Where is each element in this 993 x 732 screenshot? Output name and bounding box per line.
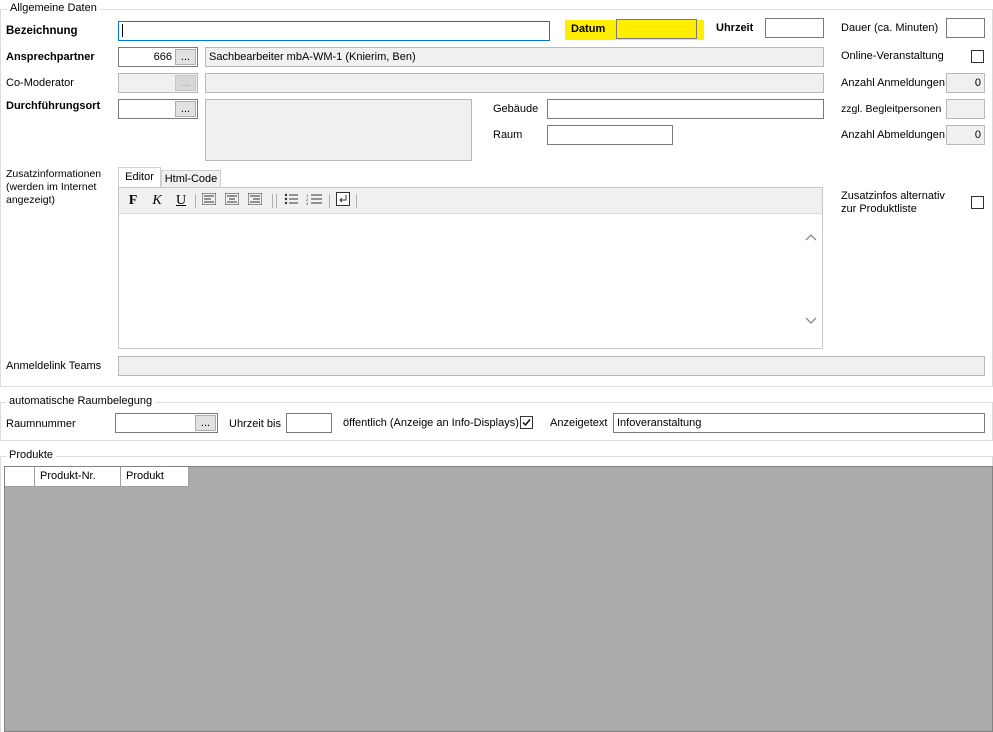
ansprechpartner-label: Ansprechpartner <box>6 51 95 63</box>
raum-label: Raum <box>493 129 523 141</box>
anmeldelink-label: Anmeldelink Teams <box>6 360 102 372</box>
comoderator-browse-button: ... <box>175 75 196 91</box>
uhrzeit-label: Uhrzeit <box>716 22 754 34</box>
zusatz-alt-label: Zusatzinfos alternativ zur Produktliste <box>841 190 945 215</box>
tab-html-code[interactable]: Html-Code <box>161 170 221 188</box>
insert-break-icon[interactable] <box>334 192 352 210</box>
raum-group-title: automatische Raumbelegung <box>6 395 156 407</box>
bezeichnung-input[interactable] <box>118 21 550 41</box>
zusatz-label: Zusatzinformationen (werden im Internet … <box>6 168 102 206</box>
toolbar-separator <box>356 194 357 208</box>
italic-button[interactable]: K <box>148 192 166 210</box>
raumnummer-label: Raumnummer <box>6 418 76 430</box>
abmeldungen-label: Anzahl Abmeldungen <box>841 129 945 141</box>
align-right-icon[interactable] <box>246 192 264 210</box>
online-label: Online-Veranstaltung <box>841 50 944 62</box>
uhrzeit-input[interactable] <box>765 18 824 38</box>
uhrzeit-bis-label: Uhrzeit bis <box>229 418 281 430</box>
datum-input[interactable] <box>616 19 697 39</box>
durchfuehrungsort-address-field <box>205 99 472 161</box>
toolbar-separator <box>272 194 273 208</box>
align-left-icon[interactable] <box>200 192 218 210</box>
comoderator-label: Co-Moderator <box>6 77 74 89</box>
tab-editor[interactable]: Editor <box>118 167 161 188</box>
oeffentlich-checkbox[interactable] <box>520 416 533 429</box>
produkte-grid[interactable] <box>4 466 993 732</box>
numbered-list-icon[interactable]: 123 <box>305 192 323 210</box>
scroll-up-icon[interactable] <box>805 232 817 242</box>
bold-button[interactable]: F <box>124 192 142 210</box>
toolbar-separator <box>195 194 196 208</box>
durchfuehrungsort-browse-button[interactable]: ... <box>175 101 196 117</box>
uhrzeit-bis-input[interactable] <box>286 413 332 433</box>
raumnummer-browse-button[interactable]: ... <box>195 415 216 431</box>
cursor-caret <box>122 24 123 37</box>
tab-editor-label: Editor <box>125 171 154 183</box>
ansprechpartner-name-field: Sachbearbeiter mbA-WM-1 (Knierim, Ben) <box>205 47 824 67</box>
raum-input[interactable] <box>547 125 673 145</box>
anzeigetext-input[interactable]: Infoveranstaltung <box>613 413 985 433</box>
abmeldungen-field: 0 <box>946 125 985 145</box>
begleitpersonen-label: zzgl. Begleitpersonen <box>841 103 942 115</box>
general-group-title: Allgemeine Daten <box>7 2 100 14</box>
begleitpersonen-field <box>946 99 985 119</box>
gebaeude-input[interactable] <box>547 99 824 119</box>
zusatz-alt-checkbox[interactable] <box>971 196 984 209</box>
bullet-list-icon[interactable] <box>282 192 300 210</box>
online-checkbox[interactable] <box>971 50 984 63</box>
tab-html-code-label: Html-Code <box>164 173 218 185</box>
anmeldelink-field <box>118 356 985 376</box>
svg-text:3: 3 <box>306 201 309 205</box>
editor-scrollbar[interactable] <box>801 214 821 347</box>
datum-label: Datum <box>571 23 606 35</box>
comoderator-name-field <box>205 73 824 93</box>
produkte-row-header-cell <box>5 467 35 487</box>
column-header-produkt-label: Produkt <box>126 470 164 482</box>
column-header-produkt-nr[interactable]: Produkt-Nr. <box>35 467 121 487</box>
anmeldungen-label: Anzahl Anmeldungen <box>841 77 945 89</box>
editor-content-area[interactable] <box>120 214 800 347</box>
dauer-label: Dauer (ca. Minuten) <box>841 22 939 34</box>
produkte-group-title: Produkte <box>6 449 57 461</box>
toolbar-separator <box>329 194 330 208</box>
toolbar-separator <box>276 194 277 208</box>
durchfuehrungsort-label: Durchführungsort <box>6 100 101 112</box>
underline-button[interactable]: U <box>172 192 190 210</box>
anmeldungen-field: 0 <box>946 73 985 93</box>
check-icon <box>522 419 531 427</box>
scroll-down-icon[interactable] <box>805 316 817 326</box>
dauer-input[interactable] <box>946 18 985 38</box>
ansprechpartner-browse-button[interactable]: ... <box>175 49 196 65</box>
align-center-icon[interactable] <box>223 192 241 210</box>
gebaeude-label: Gebäude <box>493 103 539 115</box>
anzeigetext-label: Anzeigetext <box>550 417 608 429</box>
oeffentlich-label: öffentlich (Anzeige an Info-Displays) <box>343 417 519 429</box>
column-header-produkt-nr-label: Produkt-Nr. <box>40 470 96 482</box>
bezeichnung-label: Bezeichnung <box>6 25 78 37</box>
column-header-produkt[interactable]: Produkt <box>121 467 189 487</box>
